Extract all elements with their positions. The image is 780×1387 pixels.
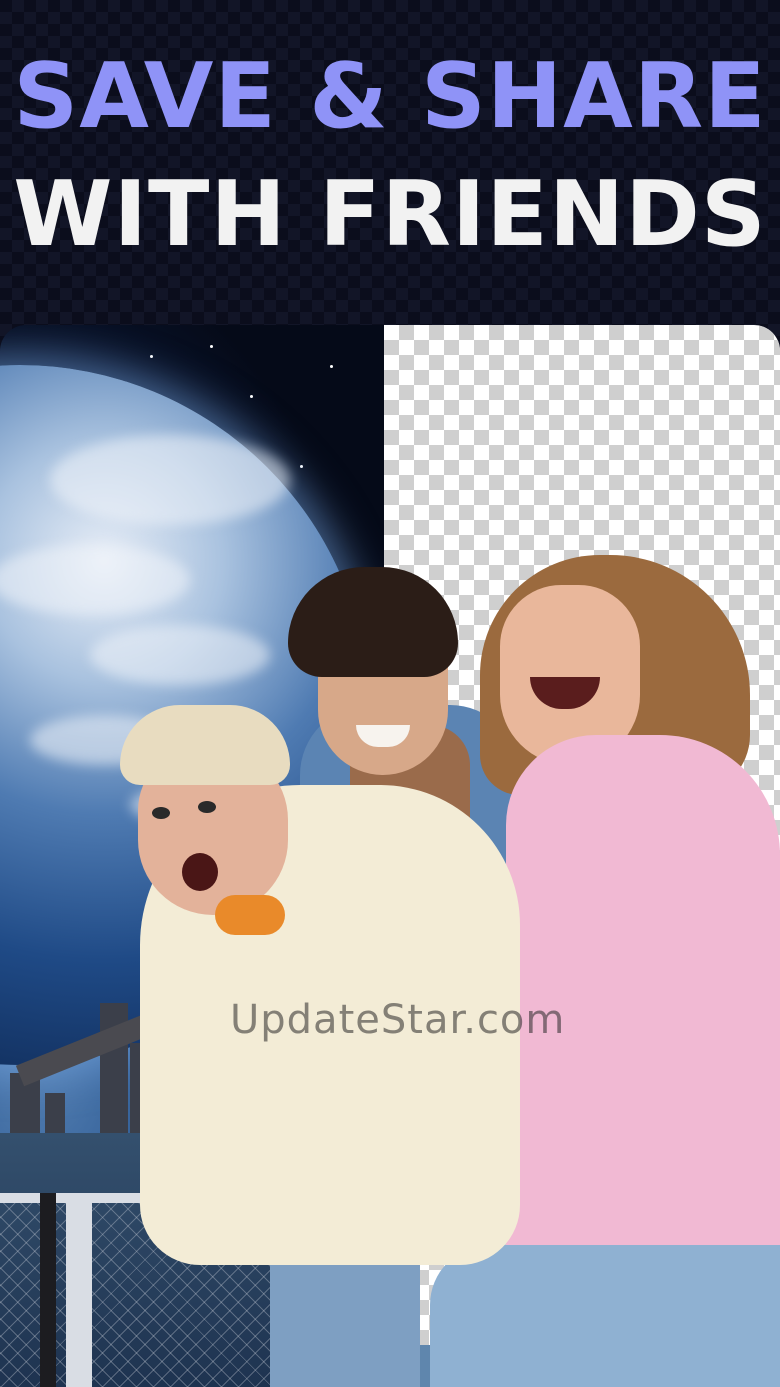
header-banner: SAVE & SHARE WITH FRIENDS xyxy=(0,0,780,340)
headline-line-1: SAVE & SHARE xyxy=(13,44,767,149)
headline-line-2: WITH FRIENDS xyxy=(13,162,767,267)
preview-card: UpdateStar.com xyxy=(0,325,780,1387)
watermark-text: UpdateStar.com xyxy=(230,997,566,1043)
person-blonde-cream-hoodie xyxy=(120,705,540,1387)
